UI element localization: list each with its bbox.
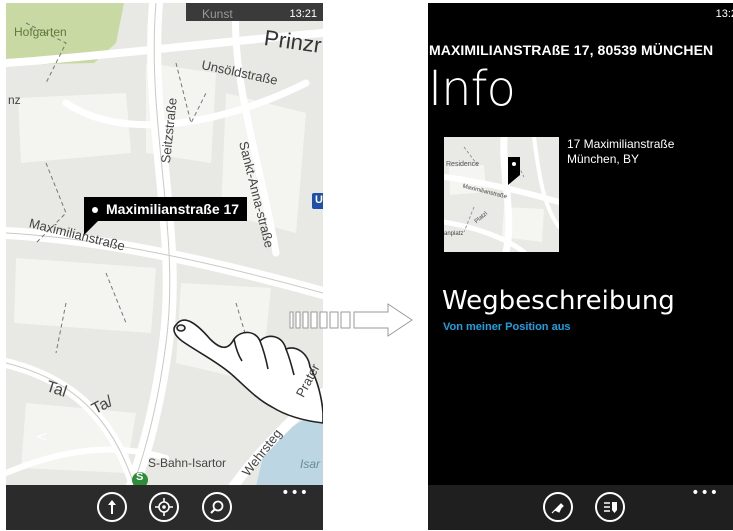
screenshot-stage: < 13:21 Hofgarten Kunst Prinzr Unsöldstr… bbox=[0, 0, 733, 531]
more-options-button[interactable]: ••• bbox=[281, 485, 309, 501]
page-title: Info bbox=[428, 61, 516, 117]
pin-icon bbox=[551, 503, 564, 514]
directions-icon bbox=[108, 500, 116, 514]
map-label-isar: Isar bbox=[300, 457, 321, 471]
share-button[interactable] bbox=[595, 492, 625, 522]
directions-subtitle[interactable]: Von meiner Position aus bbox=[443, 321, 571, 333]
thumb-label-residence: Residence bbox=[446, 161, 480, 168]
locate-me-icon bbox=[155, 498, 173, 516]
map-screen: < 13:21 Hofgarten Kunst Prinzr Unsöldstr… bbox=[6, 3, 323, 530]
thumb-label-anplatz: anplatz bbox=[444, 231, 464, 237]
pin-to-start-button[interactable] bbox=[543, 492, 573, 522]
directions-button[interactable] bbox=[97, 492, 127, 522]
list-flag-icon bbox=[604, 502, 617, 513]
map-thumbnail[interactable]: Residence Maximilianstraße Platzl anplat… bbox=[444, 137, 559, 252]
map-label-kunst: Kunst bbox=[202, 7, 233, 21]
my-location-button[interactable] bbox=[149, 492, 179, 522]
svg-text:<: < bbox=[36, 429, 48, 445]
s-bahn-badge: S bbox=[136, 471, 144, 483]
map-label-s-bahn-isartor: S-Bahn-Isartor bbox=[148, 456, 227, 470]
search-icon bbox=[210, 500, 224, 514]
more-options-button[interactable]: ••• bbox=[691, 485, 719, 501]
u-bahn-badge: U bbox=[315, 194, 323, 206]
pushpin-dot-icon bbox=[92, 207, 98, 213]
pushpin-label: Maximilianstraße 17 bbox=[106, 201, 240, 217]
transition-arrow-icon bbox=[289, 303, 413, 337]
search-button[interactable] bbox=[202, 492, 232, 522]
status-time: 13:21 bbox=[289, 8, 317, 20]
application-bar: ••• bbox=[6, 485, 323, 530]
directions-link[interactable]: Wegbeschreibung bbox=[442, 286, 675, 316]
address-line-1: 17 Maximilianstraße bbox=[567, 137, 675, 151]
map-label-nz: nz bbox=[8, 93, 21, 107]
address-header: MAXIMILIANSTRAßE 17, 80539 MÜNCHEN bbox=[429, 42, 714, 58]
status-time: 13:2 bbox=[715, 8, 733, 20]
address-block: 17 Maximilianstraße München, BY bbox=[567, 137, 674, 167]
address-line-2: München, BY bbox=[567, 152, 640, 166]
info-screen: 13:2 MAXIMILIANSTRAßE 17, 80539 MÜNCHEN … bbox=[428, 3, 733, 530]
application-bar: ••• bbox=[428, 485, 733, 530]
pushpin-tail bbox=[84, 221, 98, 235]
location-pushpin[interactable]: Maximilianstraße 17 bbox=[84, 197, 248, 235]
map-label-hofgarten: Hofgarten bbox=[14, 25, 67, 39]
